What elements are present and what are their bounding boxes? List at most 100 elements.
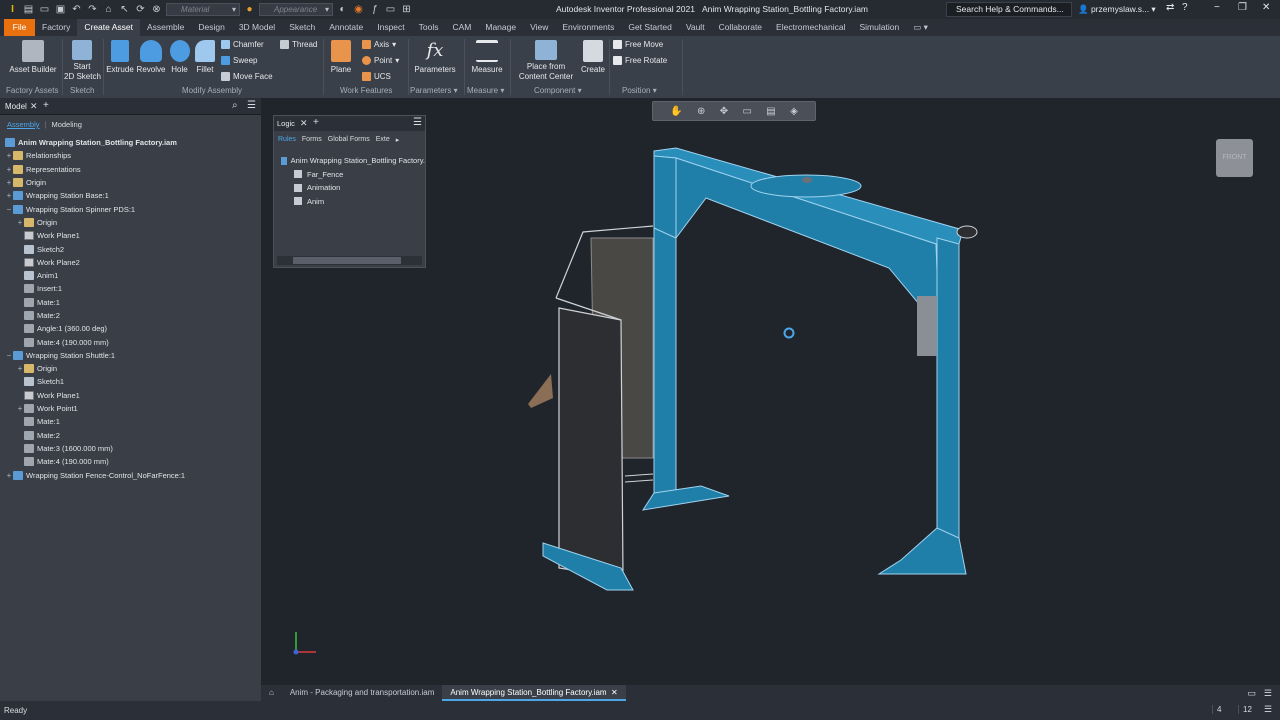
adjust-icon[interactable]: ◐ xyxy=(336,3,349,16)
close-doc-icon[interactable]: ⊗ xyxy=(150,3,163,16)
fx-icon[interactable]: ƒ xyxy=(368,3,381,16)
doc-menu-icon[interactable]: ☰ xyxy=(1264,688,1272,699)
viewcube[interactable]: FRONT xyxy=(1216,139,1253,177)
subtab-forms[interactable]: Forms xyxy=(302,136,322,143)
measure-icon[interactable]: ▭ xyxy=(384,3,397,16)
expand-toggle-icon[interactable]: + xyxy=(16,218,24,227)
user-account[interactable]: 👤 przemyslaw.s... ▾ xyxy=(1078,4,1156,15)
tree-item[interactable]: Mate:1 xyxy=(0,415,261,428)
steering-wheel-icon[interactable]: ◈ xyxy=(790,106,798,117)
scrollbar-thumb[interactable] xyxy=(293,257,401,264)
home-icon[interactable]: ⌂ xyxy=(261,685,282,701)
tab-cam[interactable]: CAM xyxy=(445,19,478,36)
tab-factory[interactable]: Factory xyxy=(35,19,77,36)
panel-position[interactable]: Position ▾ xyxy=(622,86,657,95)
help-icon[interactable]: ? xyxy=(1182,2,1188,13)
tree-item[interactable]: Mate:2 xyxy=(0,429,261,442)
tab-inspect[interactable]: Inspect xyxy=(370,19,411,36)
tree-item[interactable]: Work Plane1 xyxy=(0,389,261,402)
revolve-button[interactable]: Revolve xyxy=(136,40,166,74)
tab-tools[interactable]: Tools xyxy=(412,19,446,36)
tab-annotate[interactable]: Annotate xyxy=(322,19,370,36)
home-icon[interactable]: ⌂ xyxy=(102,3,115,16)
appearance-dropdown[interactable]: Appearance xyxy=(259,3,333,16)
logic-root[interactable]: Anim Wrapping Station_Bottling Factory. xyxy=(274,154,425,168)
tree-item[interactable]: + Origin xyxy=(0,216,261,229)
extrude-button[interactable]: Extrude xyxy=(105,40,135,74)
tab-get-started[interactable]: Get Started xyxy=(621,19,678,36)
tab-create-asset[interactable]: Create Asset xyxy=(77,19,141,36)
tree-item[interactable]: Mate:4 (190.000 mm) xyxy=(0,455,261,468)
restore-icon[interactable]: ❐ xyxy=(1238,2,1247,13)
search-icon[interactable]: ⌕ xyxy=(232,100,238,111)
tree-item[interactable]: + Relationships xyxy=(0,149,261,162)
free-rotate-button[interactable]: Free Rotate xyxy=(613,56,667,65)
tree-item[interactable]: Anim1 xyxy=(0,269,261,282)
redo-icon[interactable]: ↷ xyxy=(86,3,99,16)
tab-assemble[interactable]: Assemble xyxy=(140,19,191,36)
expand-toggle-icon[interactable]: + xyxy=(5,165,13,174)
tree-item[interactable]: Sketch1 xyxy=(0,375,261,388)
panel-parameters[interactable]: Parameters ▾ xyxy=(410,86,458,95)
ucs-button[interactable]: UCS xyxy=(362,72,391,81)
add-logic-icon[interactable]: + xyxy=(313,117,319,128)
tree-item[interactable]: Mate:4 (190.000 mm) xyxy=(0,335,261,348)
move-face-button[interactable]: Move Face xyxy=(221,72,273,81)
ribbon-options-icon[interactable]: ▭ ▾ xyxy=(906,19,935,36)
expand-toggle-icon[interactable]: + xyxy=(16,404,24,413)
fillet-button[interactable]: Fillet xyxy=(193,40,217,74)
sweep-button[interactable]: Sweep xyxy=(221,56,257,65)
tree-item[interactable]: − Wrapping Station Spinner PDS:1 xyxy=(0,202,261,215)
subtab-modeling[interactable]: Modeling xyxy=(48,120,84,129)
ilogic-icon[interactable]: ⊞ xyxy=(400,3,413,16)
hole-button[interactable]: Hole xyxy=(167,40,192,74)
free-move-button[interactable]: Free Move xyxy=(613,40,663,49)
tree-item[interactable]: Sketch2 xyxy=(0,242,261,255)
axis-button[interactable]: Axis ▾ xyxy=(362,40,396,49)
add-browser-icon[interactable]: + xyxy=(43,100,49,111)
expand-toggle-icon[interactable]: − xyxy=(5,205,13,214)
look-at-icon[interactable]: ▤ xyxy=(766,106,775,117)
close-logic-icon[interactable]: ✕ xyxy=(300,118,308,129)
undo-icon[interactable]: ↶ xyxy=(70,3,83,16)
tab-collaborate[interactable]: Collaborate xyxy=(712,19,769,36)
tab-vault[interactable]: Vault xyxy=(679,19,712,36)
tree-item[interactable]: + Origin xyxy=(0,176,261,189)
tree-root[interactable]: Anim Wrapping Station_Bottling Factory.i… xyxy=(0,136,261,149)
tree-item[interactable]: Angle:1 (360.00 deg) xyxy=(0,322,261,335)
subtab-external[interactable]: Exte xyxy=(376,136,390,143)
minimize-icon[interactable]: − xyxy=(1214,2,1220,13)
tree-item[interactable]: Work Plane1 xyxy=(0,229,261,242)
zoom-window-icon[interactable]: ▭ xyxy=(742,106,751,117)
expand-toggle-icon[interactable]: + xyxy=(5,151,13,160)
material-dropdown[interactable]: Material xyxy=(166,3,240,16)
tree-item[interactable]: Work Plane2 xyxy=(0,256,261,269)
point-button[interactable]: Point ▾ xyxy=(362,56,399,65)
rule-item[interactable]: Anim xyxy=(274,195,425,209)
tree-item[interactable]: + Work Point1 xyxy=(0,402,261,415)
doc-tab-wrapping-station[interactable]: Anim Wrapping Station_Bottling Factory.i… xyxy=(442,685,626,701)
close-icon[interactable]: ✕ xyxy=(1262,2,1270,13)
scroll-right-icon[interactable]: ▸ xyxy=(396,136,400,144)
expand-toggle-icon[interactable]: − xyxy=(5,351,13,360)
close-model-icon[interactable]: ✕ xyxy=(30,101,38,112)
parameters-button[interactable]: fx Parameters xyxy=(412,40,458,74)
clear-icon[interactable]: ◉ xyxy=(352,3,365,16)
tab-model[interactable]: Model xyxy=(5,102,27,111)
expand-toggle-icon[interactable]: + xyxy=(5,178,13,187)
tab-logic[interactable]: Logic xyxy=(277,119,295,128)
pan-icon[interactable]: ✋ xyxy=(670,106,682,117)
measure-button[interactable]: Measure xyxy=(468,40,506,74)
plane-button[interactable]: Plane xyxy=(329,40,353,74)
open-icon[interactable]: ▭ xyxy=(38,3,51,16)
doc-tab-packaging[interactable]: Anim - Packaging and transportation.iam xyxy=(282,685,443,701)
tree-item[interactable]: + Wrapping Station Base:1 xyxy=(0,189,261,202)
panel-measure[interactable]: Measure ▾ xyxy=(467,86,504,95)
tree-item[interactable]: − Wrapping Station Shuttle:1 xyxy=(0,349,261,362)
tab-simulation[interactable]: Simulation xyxy=(853,19,907,36)
create-component-button[interactable]: Create xyxy=(579,40,607,74)
zoom-icon[interactable]: ⊕ xyxy=(697,106,705,117)
rule-item[interactable]: Far_Fence xyxy=(274,168,425,182)
update-icon[interactable]: ⟳ xyxy=(134,3,147,16)
thread-button[interactable]: Thread xyxy=(280,40,317,49)
